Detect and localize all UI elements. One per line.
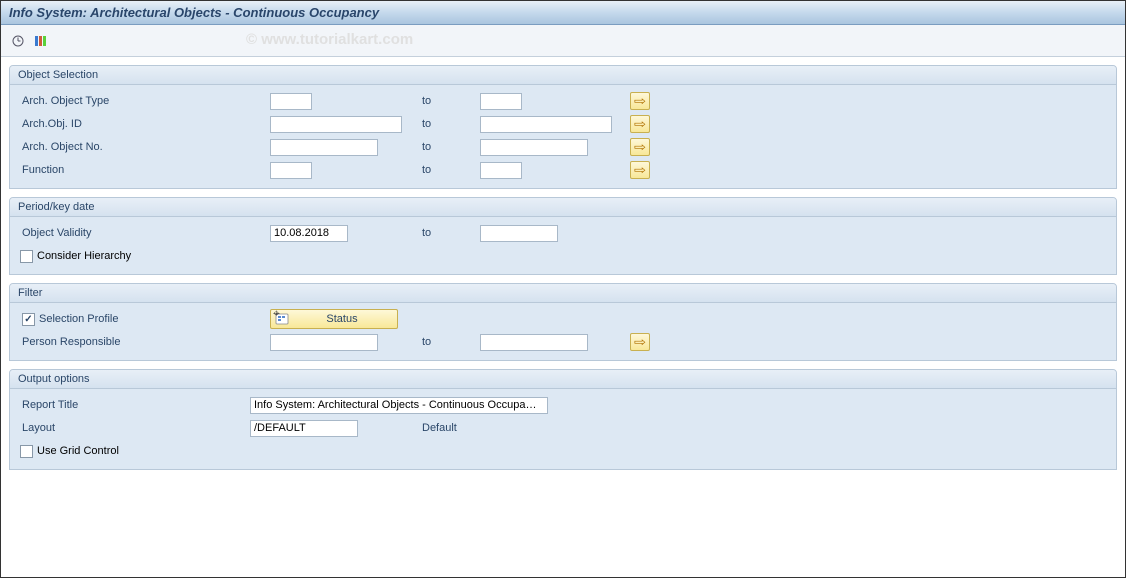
to-label: to — [410, 141, 480, 153]
row-use-grid: Use Grid Control — [20, 440, 1106, 462]
content-area: Object Selection Arch. Object Type to Ar… — [1, 57, 1125, 486]
arch-obj-id-to-input[interactable] — [480, 116, 612, 133]
to-label: to — [410, 164, 480, 176]
person-responsible-from-input[interactable] — [270, 334, 378, 351]
group-object-selection: Object Selection Arch. Object Type to Ar… — [9, 65, 1117, 189]
to-label: to — [410, 227, 480, 239]
page-title: Info System: Architectural Objects - Con… — [9, 5, 379, 20]
field-label: Person Responsible — [20, 336, 270, 348]
selection-profile-checkbox[interactable] — [22, 313, 35, 326]
toolbar: © www.tutorialkart.com — [1, 25, 1125, 57]
status-button-label: Status — [297, 313, 387, 325]
row-person-responsible: Person Responsible to — [20, 331, 1106, 353]
report-title-input[interactable] — [250, 397, 548, 414]
arch-object-type-to-input[interactable] — [480, 93, 522, 110]
watermark-text: © www.tutorialkart.com — [246, 31, 413, 48]
multiple-selection-button[interactable] — [630, 161, 650, 179]
layout-description: Default — [410, 422, 457, 434]
group-header: Filter — [10, 284, 1116, 303]
group-body: Arch. Object Type to Arch.Obj. ID to Arc… — [10, 85, 1116, 188]
function-from-input[interactable] — [270, 162, 312, 179]
arch-obj-id-from-input[interactable] — [270, 116, 402, 133]
execute-button[interactable] — [9, 32, 27, 50]
row-report-title: Report Title — [20, 394, 1106, 416]
row-arch-object-type: Arch. Object Type to — [20, 90, 1106, 112]
columns-icon — [33, 34, 47, 48]
group-header: Output options — [10, 370, 1116, 389]
to-label: to — [410, 118, 480, 130]
clock-execute-icon — [11, 34, 25, 48]
row-function: Function to — [20, 159, 1106, 181]
person-responsible-to-input[interactable] — [480, 334, 588, 351]
arch-object-type-from-input[interactable] — [270, 93, 312, 110]
group-body: Object Validity to Consider Hierarchy — [10, 217, 1116, 274]
field-label: Report Title — [20, 399, 250, 411]
checkbox-label: Use Grid Control — [37, 445, 119, 457]
checkbox-label: Consider Hierarchy — [37, 250, 131, 262]
row-selection-profile: Selection Profile ⌖ Status — [20, 308, 1106, 330]
object-validity-to-input[interactable] — [480, 225, 558, 242]
layout-input[interactable] — [250, 420, 358, 437]
row-arch-object-no: Arch. Object No. to — [20, 136, 1106, 158]
group-header: Period/key date — [10, 198, 1116, 217]
checkbox-label: Selection Profile — [39, 313, 119, 325]
row-consider-hierarchy: Consider Hierarchy — [20, 245, 1106, 267]
row-object-validity: Object Validity to — [20, 222, 1106, 244]
function-to-input[interactable] — [480, 162, 522, 179]
group-period-key-date: Period/key date Object Validity to Consi… — [9, 197, 1117, 275]
object-validity-from-input[interactable] — [270, 225, 348, 242]
field-label: Arch. Object No. — [20, 141, 270, 153]
consider-hierarchy-checkbox[interactable] — [20, 250, 33, 263]
multiple-selection-button[interactable] — [630, 115, 650, 133]
title-bar: Info System: Architectural Objects - Con… — [1, 1, 1125, 25]
multiple-selection-button[interactable] — [630, 92, 650, 110]
field-label: Arch.Obj. ID — [20, 118, 270, 130]
row-layout: Layout Default — [20, 417, 1106, 439]
row-arch-obj-id: Arch.Obj. ID to — [20, 113, 1106, 135]
status-button[interactable]: ⌖ Status — [270, 309, 398, 329]
status-icon — [273, 311, 291, 327]
field-label: Layout — [20, 422, 250, 434]
group-header: Object Selection — [10, 66, 1116, 85]
field-label: Function — [20, 164, 270, 176]
field-label: Object Validity — [20, 227, 270, 239]
arch-object-no-to-input[interactable] — [480, 139, 588, 156]
multiple-selection-button[interactable] — [630, 138, 650, 156]
variants-button[interactable] — [31, 32, 49, 50]
group-filter: Filter Selection Profile ⌖ Status — [9, 283, 1117, 361]
to-label: to — [410, 95, 480, 107]
field-label: Arch. Object Type — [20, 95, 270, 107]
to-label: to — [410, 336, 480, 348]
group-body: Report Title Layout Default Use Grid Con… — [10, 389, 1116, 469]
group-body: Selection Profile ⌖ Status Person Respon… — [10, 303, 1116, 360]
multiple-selection-button[interactable] — [630, 333, 650, 351]
group-output-options: Output options Report Title Layout Defau… — [9, 369, 1117, 470]
use-grid-control-checkbox[interactable] — [20, 445, 33, 458]
arch-object-no-from-input[interactable] — [270, 139, 378, 156]
